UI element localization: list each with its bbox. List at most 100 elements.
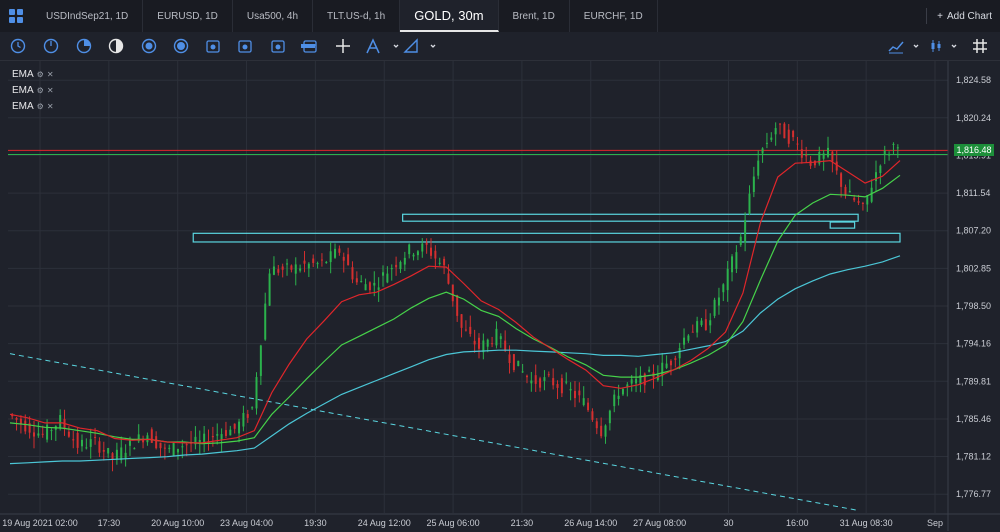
close-icon[interactable]: ✕: [47, 70, 54, 79]
price-chart[interactable]: 1,824.581,820.241,815.911,811.541,807.20…: [0, 61, 1000, 532]
grid: [8, 61, 948, 513]
add-chart-button[interactable]: + Add Chart: [926, 0, 992, 32]
candle-body: [805, 155, 808, 157]
candle-body: [41, 433, 44, 435]
crosshair-icon[interactable]: [335, 38, 351, 54]
candle-body: [456, 295, 459, 316]
candle-body: [704, 319, 707, 331]
close-icon[interactable]: ✕: [47, 86, 54, 95]
candle-body: [203, 433, 206, 443]
chevron-down-icon[interactable]: [946, 38, 962, 54]
candle-body: [216, 434, 219, 436]
pitchfork-icon[interactable]: [365, 38, 381, 54]
candle-body: [111, 453, 114, 460]
candle-body: [486, 339, 489, 347]
indicator-label: EMA: [12, 101, 34, 112]
tab-eurchf[interactable]: EURCHF, 1D: [570, 0, 658, 32]
candle-body: [264, 303, 267, 340]
ema-fast-line: [9, 159, 901, 444]
chevron-down-icon[interactable]: [388, 38, 404, 54]
candle-body: [421, 243, 424, 252]
candle-body: [425, 242, 428, 245]
grid-icon[interactable]: [972, 38, 988, 54]
candle-body: [870, 187, 873, 202]
chevron-down-icon[interactable]: [425, 38, 441, 54]
trendline[interactable]: [9, 353, 859, 511]
candle-body: [582, 398, 585, 406]
candle-body: [430, 247, 433, 256]
contrast-icon[interactable]: [108, 38, 124, 54]
candle-body: [713, 299, 716, 316]
circle-b-icon[interactable]: [141, 38, 157, 54]
indicator-ema-3[interactable]: EMA ⚙ ✕: [12, 101, 54, 112]
indicator-ema-1[interactable]: EMA ⚙ ✕: [12, 69, 54, 80]
tab-brent[interactable]: Brent, 1D: [499, 0, 570, 32]
x-tick-label: 31 Aug 08:30: [840, 518, 893, 528]
candle-body: [813, 160, 816, 166]
candle-body: [412, 254, 415, 257]
dashed-trendline[interactable]: [9, 353, 859, 511]
clock-half-icon[interactable]: [43, 38, 59, 54]
candle-body: [438, 262, 441, 264]
candle-body: [587, 402, 590, 411]
candle-body: [827, 147, 830, 157]
candle-body: [552, 378, 555, 386]
candle-body: [24, 420, 27, 432]
candle-body: [403, 257, 406, 265]
support-zone-rect[interactable]: [402, 213, 859, 222]
candle-body: [774, 128, 777, 135]
tab-eurusd[interactable]: EURUSD, 1D: [143, 0, 233, 32]
tab-gold[interactable]: GOLD, 30m: [400, 0, 499, 32]
candle-body: [525, 375, 528, 378]
settings-icon[interactable]: ⚙: [37, 102, 44, 111]
candle-body: [888, 153, 891, 156]
candle-body: [547, 374, 550, 376]
settings-icon[interactable]: ⚙: [37, 86, 44, 95]
candle-body: [687, 335, 690, 341]
candle-icon[interactable]: [928, 38, 944, 54]
circle-c-icon[interactable]: [173, 38, 189, 54]
x-tick-label: 23 Aug 04:00: [220, 518, 273, 528]
calendar-m-icon[interactable]: [270, 38, 286, 54]
candle-body: [896, 147, 899, 149]
candle-body: [739, 236, 742, 245]
candle-body: [460, 314, 463, 328]
candle-body: [578, 390, 581, 396]
candle-body: [608, 410, 611, 424]
candle-body: [238, 421, 241, 434]
tab-tlt[interactable]: TLT.US-d, 1h: [313, 0, 401, 32]
bar-icon[interactable]: [300, 38, 316, 54]
zones[interactable]: [192, 213, 901, 243]
candle-body: [464, 329, 467, 331]
candle-body: [744, 220, 747, 243]
candle-body: [521, 371, 524, 373]
candle-body: [630, 379, 633, 384]
settings-icon[interactable]: ⚙: [37, 70, 44, 79]
chart-area[interactable]: 1,824.581,820.241,815.911,811.541,807.20…: [0, 61, 1000, 532]
line-chart-icon[interactable]: [888, 38, 904, 54]
candle-body: [255, 377, 258, 409]
tab-usa500[interactable]: Usa500, 4h: [233, 0, 314, 32]
candle-body: [294, 264, 297, 274]
indicator-ema-2[interactable]: EMA ⚙ ✕: [12, 85, 54, 96]
indicator-label: EMA: [12, 85, 34, 96]
layout-grid-icon[interactable]: [0, 0, 32, 32]
candle-body: [368, 282, 371, 291]
chevron-down-icon[interactable]: [908, 38, 924, 54]
support-zone-rect[interactable]: [829, 221, 856, 229]
clock-icon[interactable]: [10, 38, 26, 54]
candle-body: [565, 381, 568, 383]
add-chart-label: Add Chart: [946, 10, 992, 22]
calendar-d-icon[interactable]: [205, 38, 221, 54]
candle-body: [792, 130, 795, 138]
y-tick-label: 1,802.85: [956, 263, 991, 273]
candle-body: [85, 447, 88, 449]
pie-icon[interactable]: [76, 38, 92, 54]
candle-body: [674, 358, 677, 360]
close-icon[interactable]: ✕: [47, 102, 54, 111]
ruler-icon[interactable]: [403, 38, 419, 54]
calendar-w-icon[interactable]: [237, 38, 253, 54]
y-tick-label: 1,811.54: [956, 188, 990, 198]
tab-usdind[interactable]: USDIndSep21, 1D: [32, 0, 144, 32]
support-zone-rect[interactable]: [192, 232, 901, 243]
